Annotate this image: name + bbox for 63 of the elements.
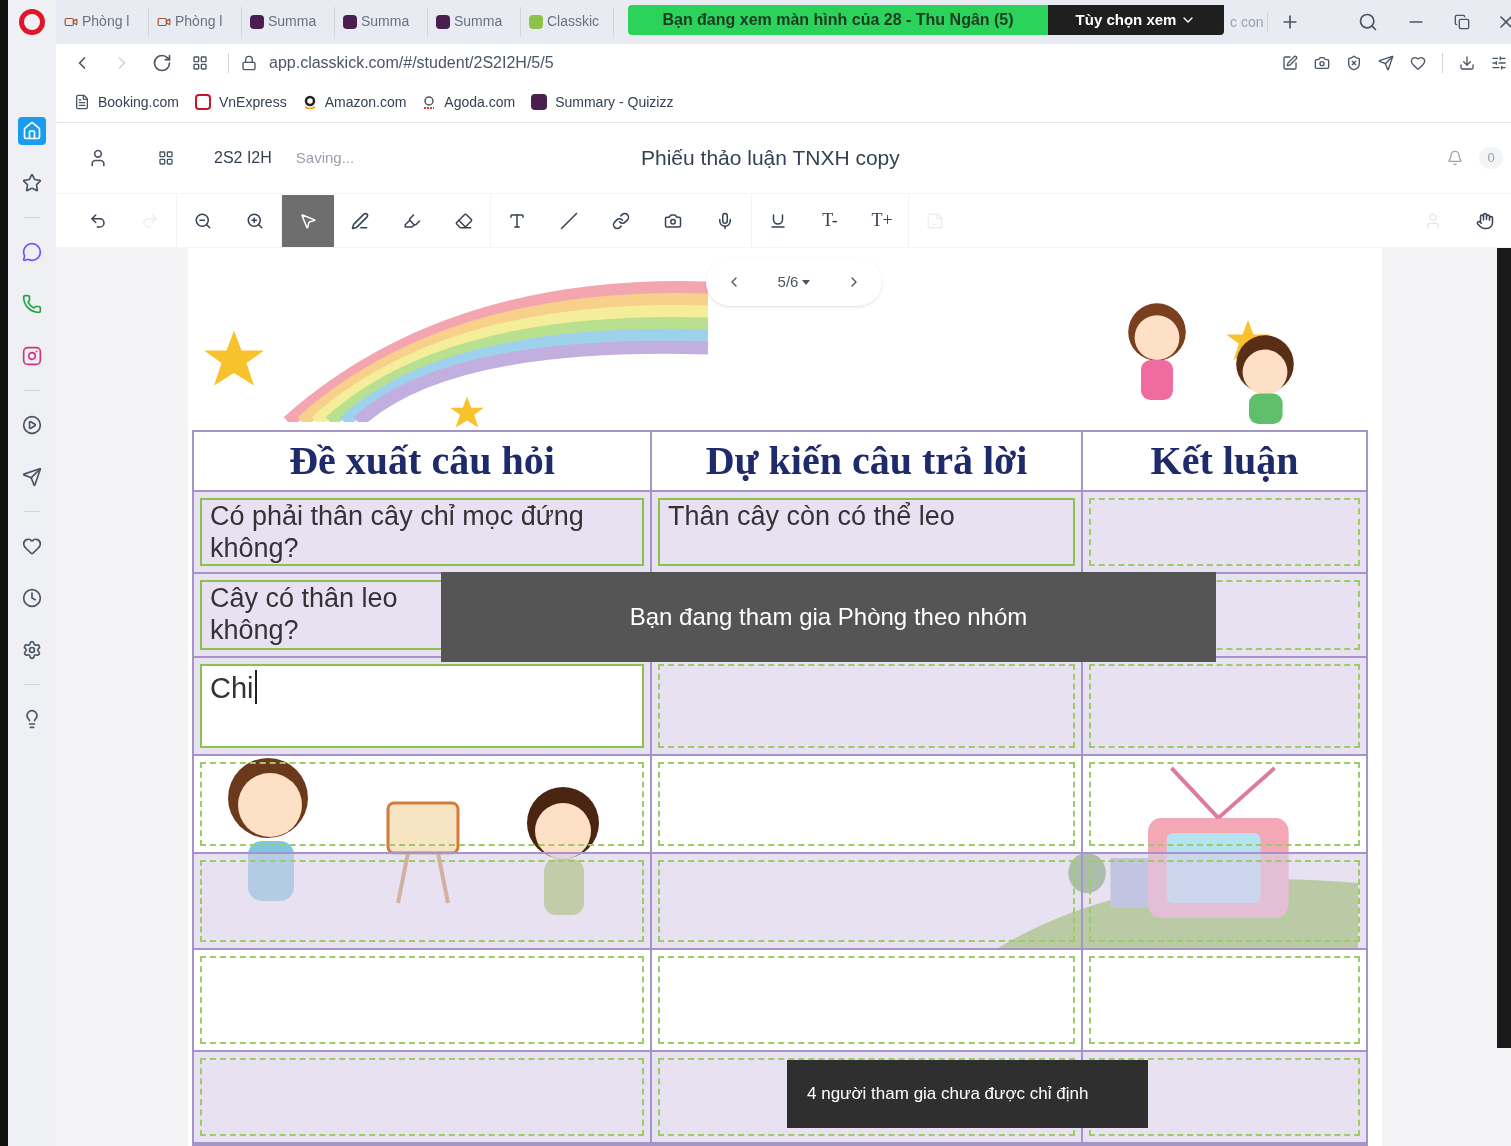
- worksheet-title: Phiếu thảo luận TNXH copy: [641, 145, 900, 172]
- cursor-tool[interactable]: [282, 194, 334, 247]
- address-field[interactable]: app.classkick.com/#/student/2S2I2H/5/5: [269, 51, 554, 76]
- hand-icon: [1476, 211, 1494, 230]
- send-icon[interactable]: [1378, 55, 1394, 72]
- edit-icon[interactable]: [1282, 55, 1298, 72]
- browser-tab[interactable]: Summa: [335, 6, 428, 37]
- answer-box[interactable]: Thân cây còn có thể leo: [658, 498, 1075, 566]
- star-icon: [204, 330, 264, 386]
- shield-icon[interactable]: [1346, 55, 1362, 72]
- saving-status: Saving...: [295, 147, 355, 168]
- page-icon: [74, 94, 90, 111]
- text-size-tool[interactable]: T-: [804, 194, 856, 247]
- bookmark-link[interactable]: Summary - Quizizz: [531, 91, 674, 113]
- browser-tab[interactable]: Phòng l: [149, 6, 242, 37]
- answer-field[interactable]: Chi: [200, 664, 644, 748]
- grid-icon[interactable]: [192, 55, 208, 72]
- notification-icon[interactable]: [1447, 149, 1463, 166]
- column-header: Dự kiến câu trả lời: [652, 432, 1083, 490]
- settings-icon: [22, 640, 42, 660]
- whatsapp-icon: [22, 294, 42, 314]
- player-icon: [22, 415, 42, 435]
- column-header: Đề xuất câu hỏi: [194, 432, 652, 490]
- lock-icon: [241, 55, 257, 72]
- search-icon[interactable]: [1358, 12, 1379, 32]
- browser-tab[interactable]: Classkic: [521, 6, 614, 37]
- send-icon: [22, 467, 42, 487]
- restore-icon[interactable]: [1454, 14, 1471, 30]
- person-icon: [1424, 211, 1442, 230]
- heart-icon[interactable]: [1410, 55, 1426, 72]
- history-icon: [22, 588, 42, 608]
- messenger-icon: [22, 242, 42, 262]
- home-button[interactable]: [18, 117, 46, 145]
- browser-tab[interactable]: Summa: [242, 6, 335, 37]
- screen-share-banner: Bạn đang xem màn hình của 28 - Thu Ngân (5): [628, 5, 1048, 35]
- home-icon: [22, 121, 42, 141]
- camera-icon[interactable]: [1314, 55, 1330, 72]
- class-code: 2S2 I2H: [214, 147, 272, 168]
- view-options-button[interactable]: Tùy chọn xem: [1048, 5, 1224, 35]
- user-icon[interactable]: [88, 147, 108, 168]
- browser-logo[interactable]: [19, 9, 45, 35]
- instagram-icon: [22, 346, 42, 366]
- text-size-tool[interactable]: T+: [856, 194, 908, 247]
- browser-tab[interactable]: Summa: [428, 6, 521, 37]
- menu-icon[interactable]: [1491, 55, 1507, 72]
- star-icon: [450, 396, 484, 428]
- bookmark-link[interactable]: VnExpress: [194, 91, 287, 113]
- bookmark-link[interactable]: Agoda.com: [422, 91, 516, 113]
- page-selector[interactable]: 5/6: [777, 270, 811, 294]
- download-icon[interactable]: [1459, 55, 1475, 72]
- heart-icon: [22, 536, 42, 556]
- notification-toast: Bạn đang tham gia Phòng theo nhóm: [441, 572, 1216, 662]
- bookmark-link[interactable]: Amazon.com: [302, 91, 407, 113]
- star-icon: [22, 173, 42, 193]
- tooltip: 4 người tham gia chưa được chỉ định: [787, 1060, 1148, 1128]
- answer-box[interactable]: Có phải thân cây chỉ mọc đứng không?: [200, 498, 644, 566]
- notification-count: 0: [1479, 146, 1503, 169]
- bookmark-link[interactable]: Booking.com: [74, 91, 179, 113]
- column-header: Kết luận: [1149, 437, 1300, 485]
- app-icon: [529, 14, 543, 29]
- reload-icon[interactable]: [152, 53, 172, 74]
- browser-tab[interactable]: Phòng l: [56, 6, 149, 37]
- grid-icon[interactable]: [158, 149, 174, 166]
